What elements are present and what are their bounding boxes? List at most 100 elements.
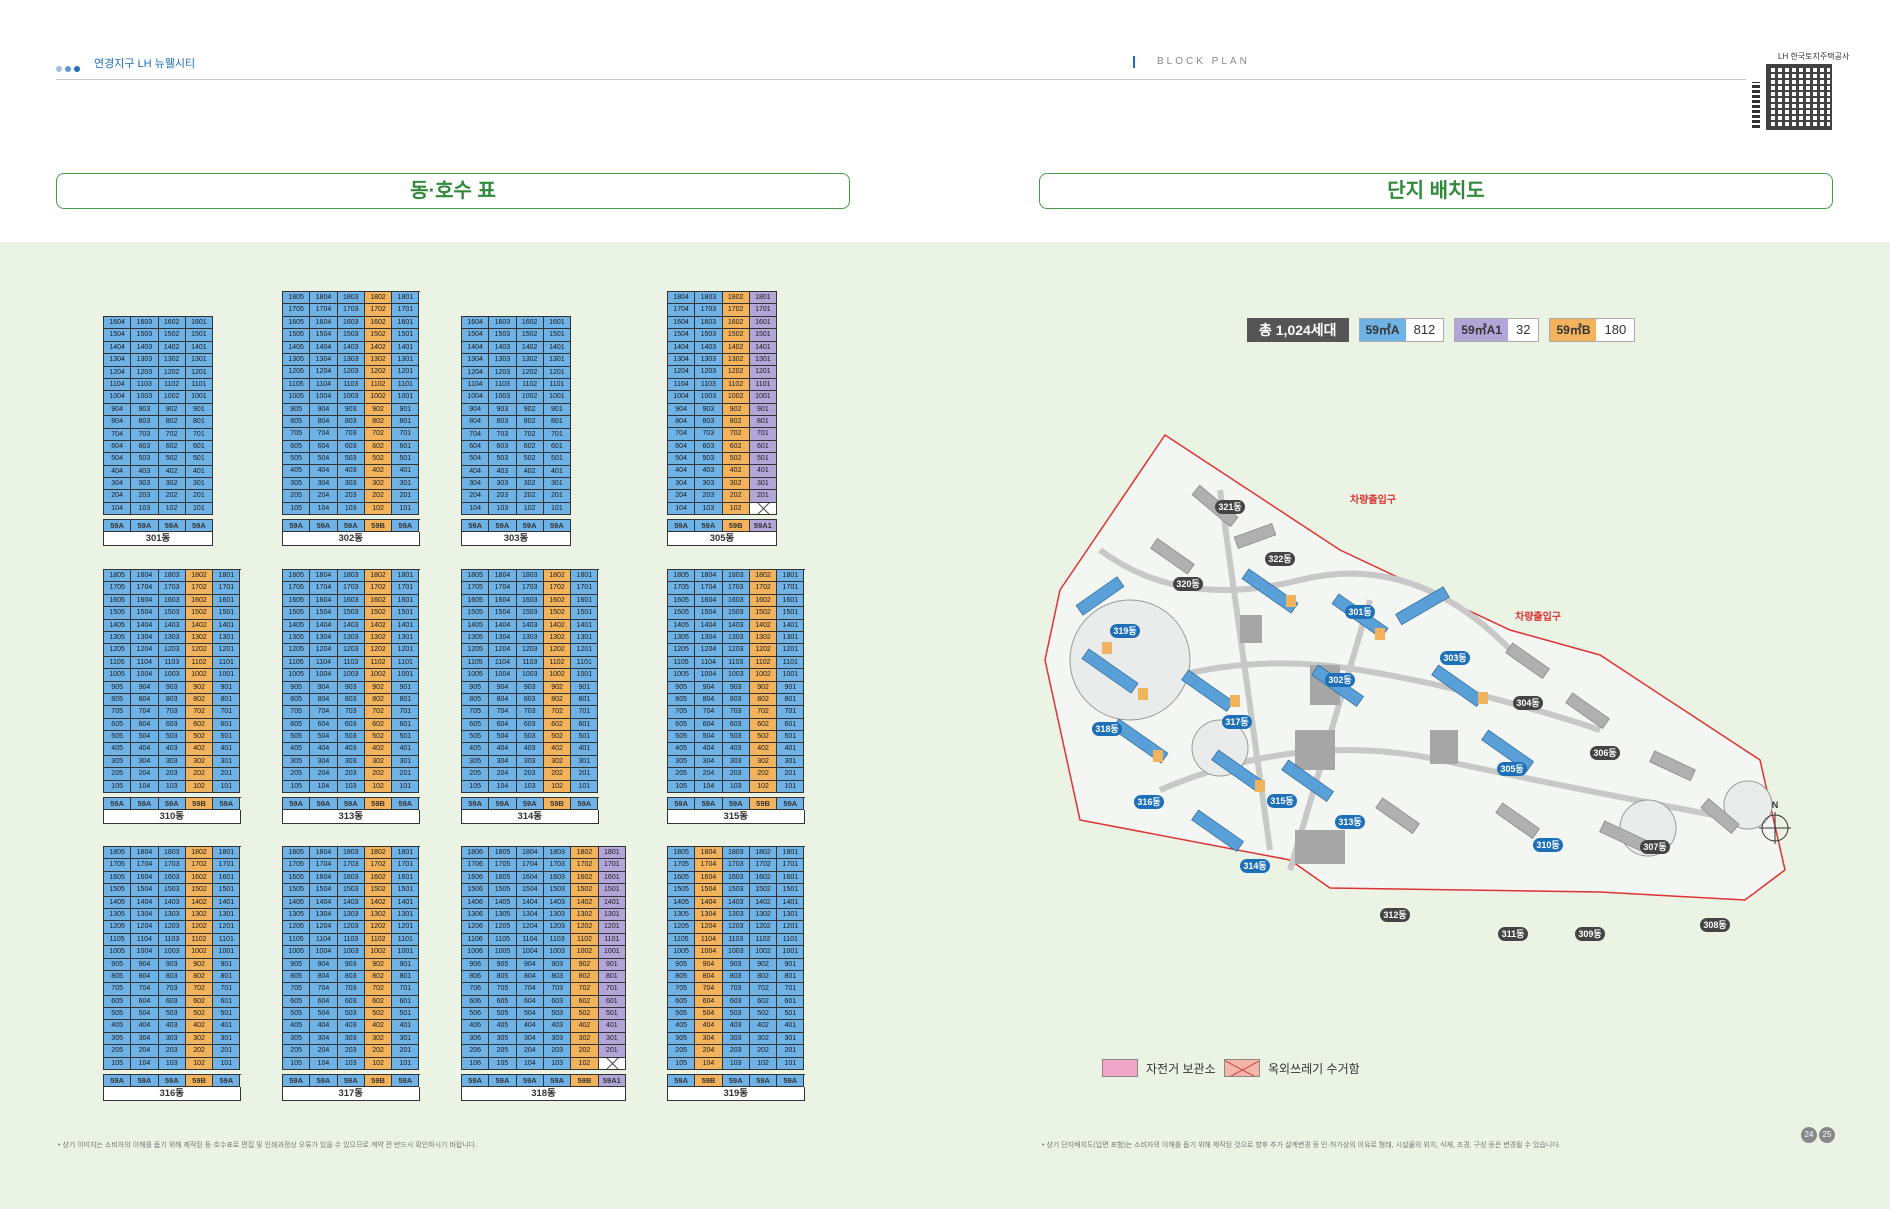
unit-cell: 905 [104, 958, 132, 971]
unit-cell: 402 [749, 1020, 778, 1033]
unit-cell: 1102 [364, 378, 393, 392]
unit-cell: 1305 [283, 353, 311, 367]
unit-cell: 1106 [462, 933, 490, 947]
unit-cell: 1001 [571, 669, 599, 682]
unit-cell: 1504 [310, 607, 338, 620]
unit-cell: 602 [364, 440, 393, 454]
unit-cell: 502 [364, 731, 393, 744]
unit-cell: 804 [695, 970, 723, 984]
unit-cell: 1101 [392, 933, 420, 947]
unit-cell: 1503 [337, 329, 365, 342]
unit-cell: 1505 [283, 884, 311, 897]
unit-cell: 605 [668, 718, 696, 732]
unit-cell: 601 [392, 718, 420, 732]
unit-cell: 1605 [489, 871, 517, 885]
unit-cell: 1202 [516, 366, 544, 379]
unit-cell: 1102 [185, 933, 214, 947]
unit-cell: 1205 [462, 644, 490, 657]
unit-cell: 302 [364, 1032, 393, 1046]
unit-cell: 803 [722, 693, 750, 707]
unit-cell: 1201 [392, 644, 420, 657]
unit-cell: 503 [158, 731, 186, 744]
unit-cell: 205 [489, 1045, 517, 1058]
unit-cell: 1001 [777, 669, 805, 682]
unit-cell: 1303 [158, 908, 186, 922]
unit-cell: 501 [777, 1008, 805, 1021]
unit-cell: 902 [364, 958, 393, 971]
label-316: 316동 [1137, 797, 1160, 807]
unit-cell: 401 [185, 465, 213, 479]
unit-cell: 1603 [544, 871, 572, 885]
unit-cell: 1705 [489, 859, 517, 872]
unit-cell: 1702 [364, 582, 393, 595]
unit-cell: 304 [668, 477, 696, 491]
unit-cell: 505 [104, 1008, 132, 1021]
unit-cell: 1003 [337, 669, 365, 682]
unit-type-label: 59A [283, 798, 311, 811]
unit-cell: 1005 [283, 669, 311, 682]
unit-cell: 105 [668, 780, 696, 794]
unit-cell: 902 [516, 403, 544, 417]
unit-cell: 1404 [310, 619, 338, 632]
unit-cell: 505 [283, 1008, 311, 1021]
unit-cell: 1602 [185, 871, 214, 885]
unit-cell: 1001 [213, 669, 241, 682]
unit-cell: 1501 [213, 607, 241, 620]
building-name: 318동 [461, 1087, 626, 1102]
unit-cell: 603 [722, 995, 750, 1009]
unit-cell: 1405 [283, 341, 311, 354]
unit-cell: 103 [489, 502, 517, 516]
unit-cell: 1603 [722, 594, 750, 608]
unit-cell: 205 [283, 490, 311, 503]
unit-cell: 1201 [213, 644, 241, 657]
unit-cell: 401 [777, 1020, 805, 1033]
trash-bin-icon [1224, 1059, 1260, 1077]
unit-cell: 904 [310, 403, 338, 416]
legend-59b: 59㎡B 180 [1549, 318, 1636, 342]
unit-type-label: 59A [543, 520, 571, 533]
unit-cell: 1605 [462, 594, 490, 608]
unit-cell: 1005 [668, 946, 696, 959]
unit-cell: 1104 [131, 656, 159, 670]
unit-cell: 1004 [668, 391, 696, 404]
unit-cell: 1804 [310, 570, 338, 583]
unit-cell: 1802 [364, 570, 393, 583]
unit-cell: 903 [131, 403, 159, 417]
unit-cell: 1202 [571, 921, 599, 934]
unit-cell: 1605 [668, 594, 696, 608]
unit-cell: 403 [158, 743, 186, 756]
unit-cell: 403 [695, 465, 723, 478]
unit-cell: 1602 [749, 594, 778, 608]
unit-cell: 1702 [364, 304, 393, 317]
unit-cell: 1202 [749, 644, 778, 657]
unit-cell: 1204 [131, 644, 159, 657]
label-317: 317동 [1225, 717, 1248, 727]
unit-cell: 1103 [722, 656, 750, 670]
unit-cell: 502 [571, 1008, 599, 1021]
unit-type-label: 59B [364, 1075, 393, 1088]
unit-type-label: 59B [571, 1075, 599, 1088]
unit-cell: 604 [131, 995, 159, 1009]
unit-cell: 805 [489, 970, 517, 984]
unit-cell: 1302 [185, 908, 214, 922]
unit-cell: 1605 [104, 871, 132, 885]
unit-cell: 704 [516, 983, 544, 996]
unit-cell: 605 [283, 440, 311, 454]
unit-cell: 1601 [213, 871, 241, 885]
title-site-plan: 단지 배치도 [1039, 173, 1833, 209]
unit-cell: 302 [158, 478, 186, 491]
unit-cell: 1102 [185, 656, 214, 670]
unit-cell: 503 [489, 453, 517, 466]
unit-cell: 901 [392, 958, 420, 971]
unit-cell: 1802 [722, 292, 750, 305]
unit-cell: 1303 [131, 354, 159, 367]
unit-cell: 303 [489, 478, 517, 491]
unit-cell: 203 [516, 768, 544, 781]
unit-cell: 704 [131, 706, 159, 719]
unit-cell: 202 [364, 1045, 393, 1058]
unit-cell: 703 [337, 428, 365, 441]
unit-cell: 103 [337, 780, 365, 794]
site-plan-map: 301동 302동 303동 305동 310동 313동 314동 315동 … [1044, 433, 1791, 941]
unit-cell: 604 [668, 440, 696, 454]
unit-cell: 901 [749, 403, 777, 416]
